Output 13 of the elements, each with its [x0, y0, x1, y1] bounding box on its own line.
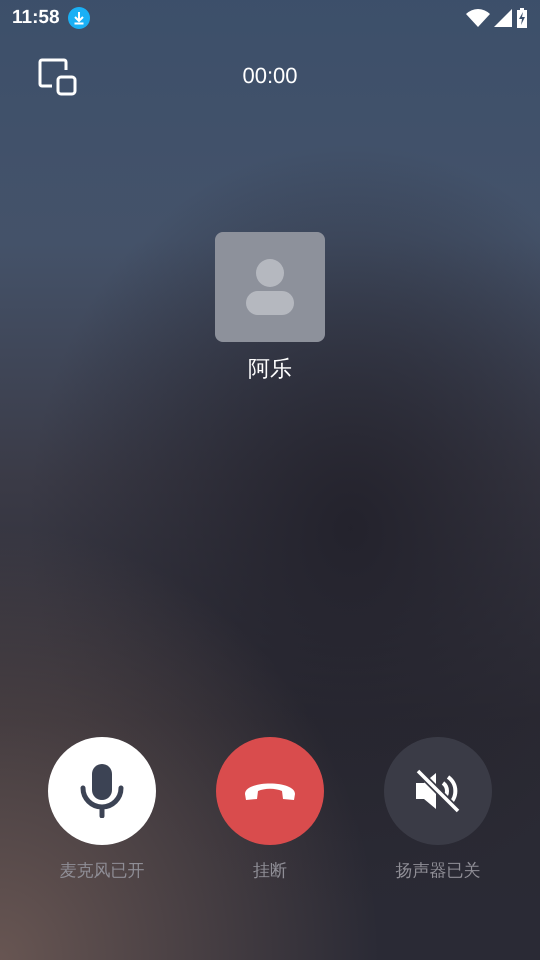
- microphone-icon: [79, 764, 125, 818]
- speaker-icon: [414, 769, 462, 813]
- wifi-icon: [466, 9, 490, 27]
- download-icon: [68, 7, 90, 29]
- call-timer: 00:00: [242, 63, 298, 89]
- signal-icon: [494, 9, 512, 27]
- battery-icon: [516, 8, 528, 28]
- control-label: 挂断: [253, 860, 287, 882]
- control-label: 扬声器已关: [396, 860, 480, 882]
- control-label: 麦克风已开: [60, 860, 144, 882]
- contact-name: 阿乐: [248, 356, 292, 384]
- floating-window-icon[interactable]: [38, 58, 78, 96]
- status-time: 11:58: [12, 7, 60, 29]
